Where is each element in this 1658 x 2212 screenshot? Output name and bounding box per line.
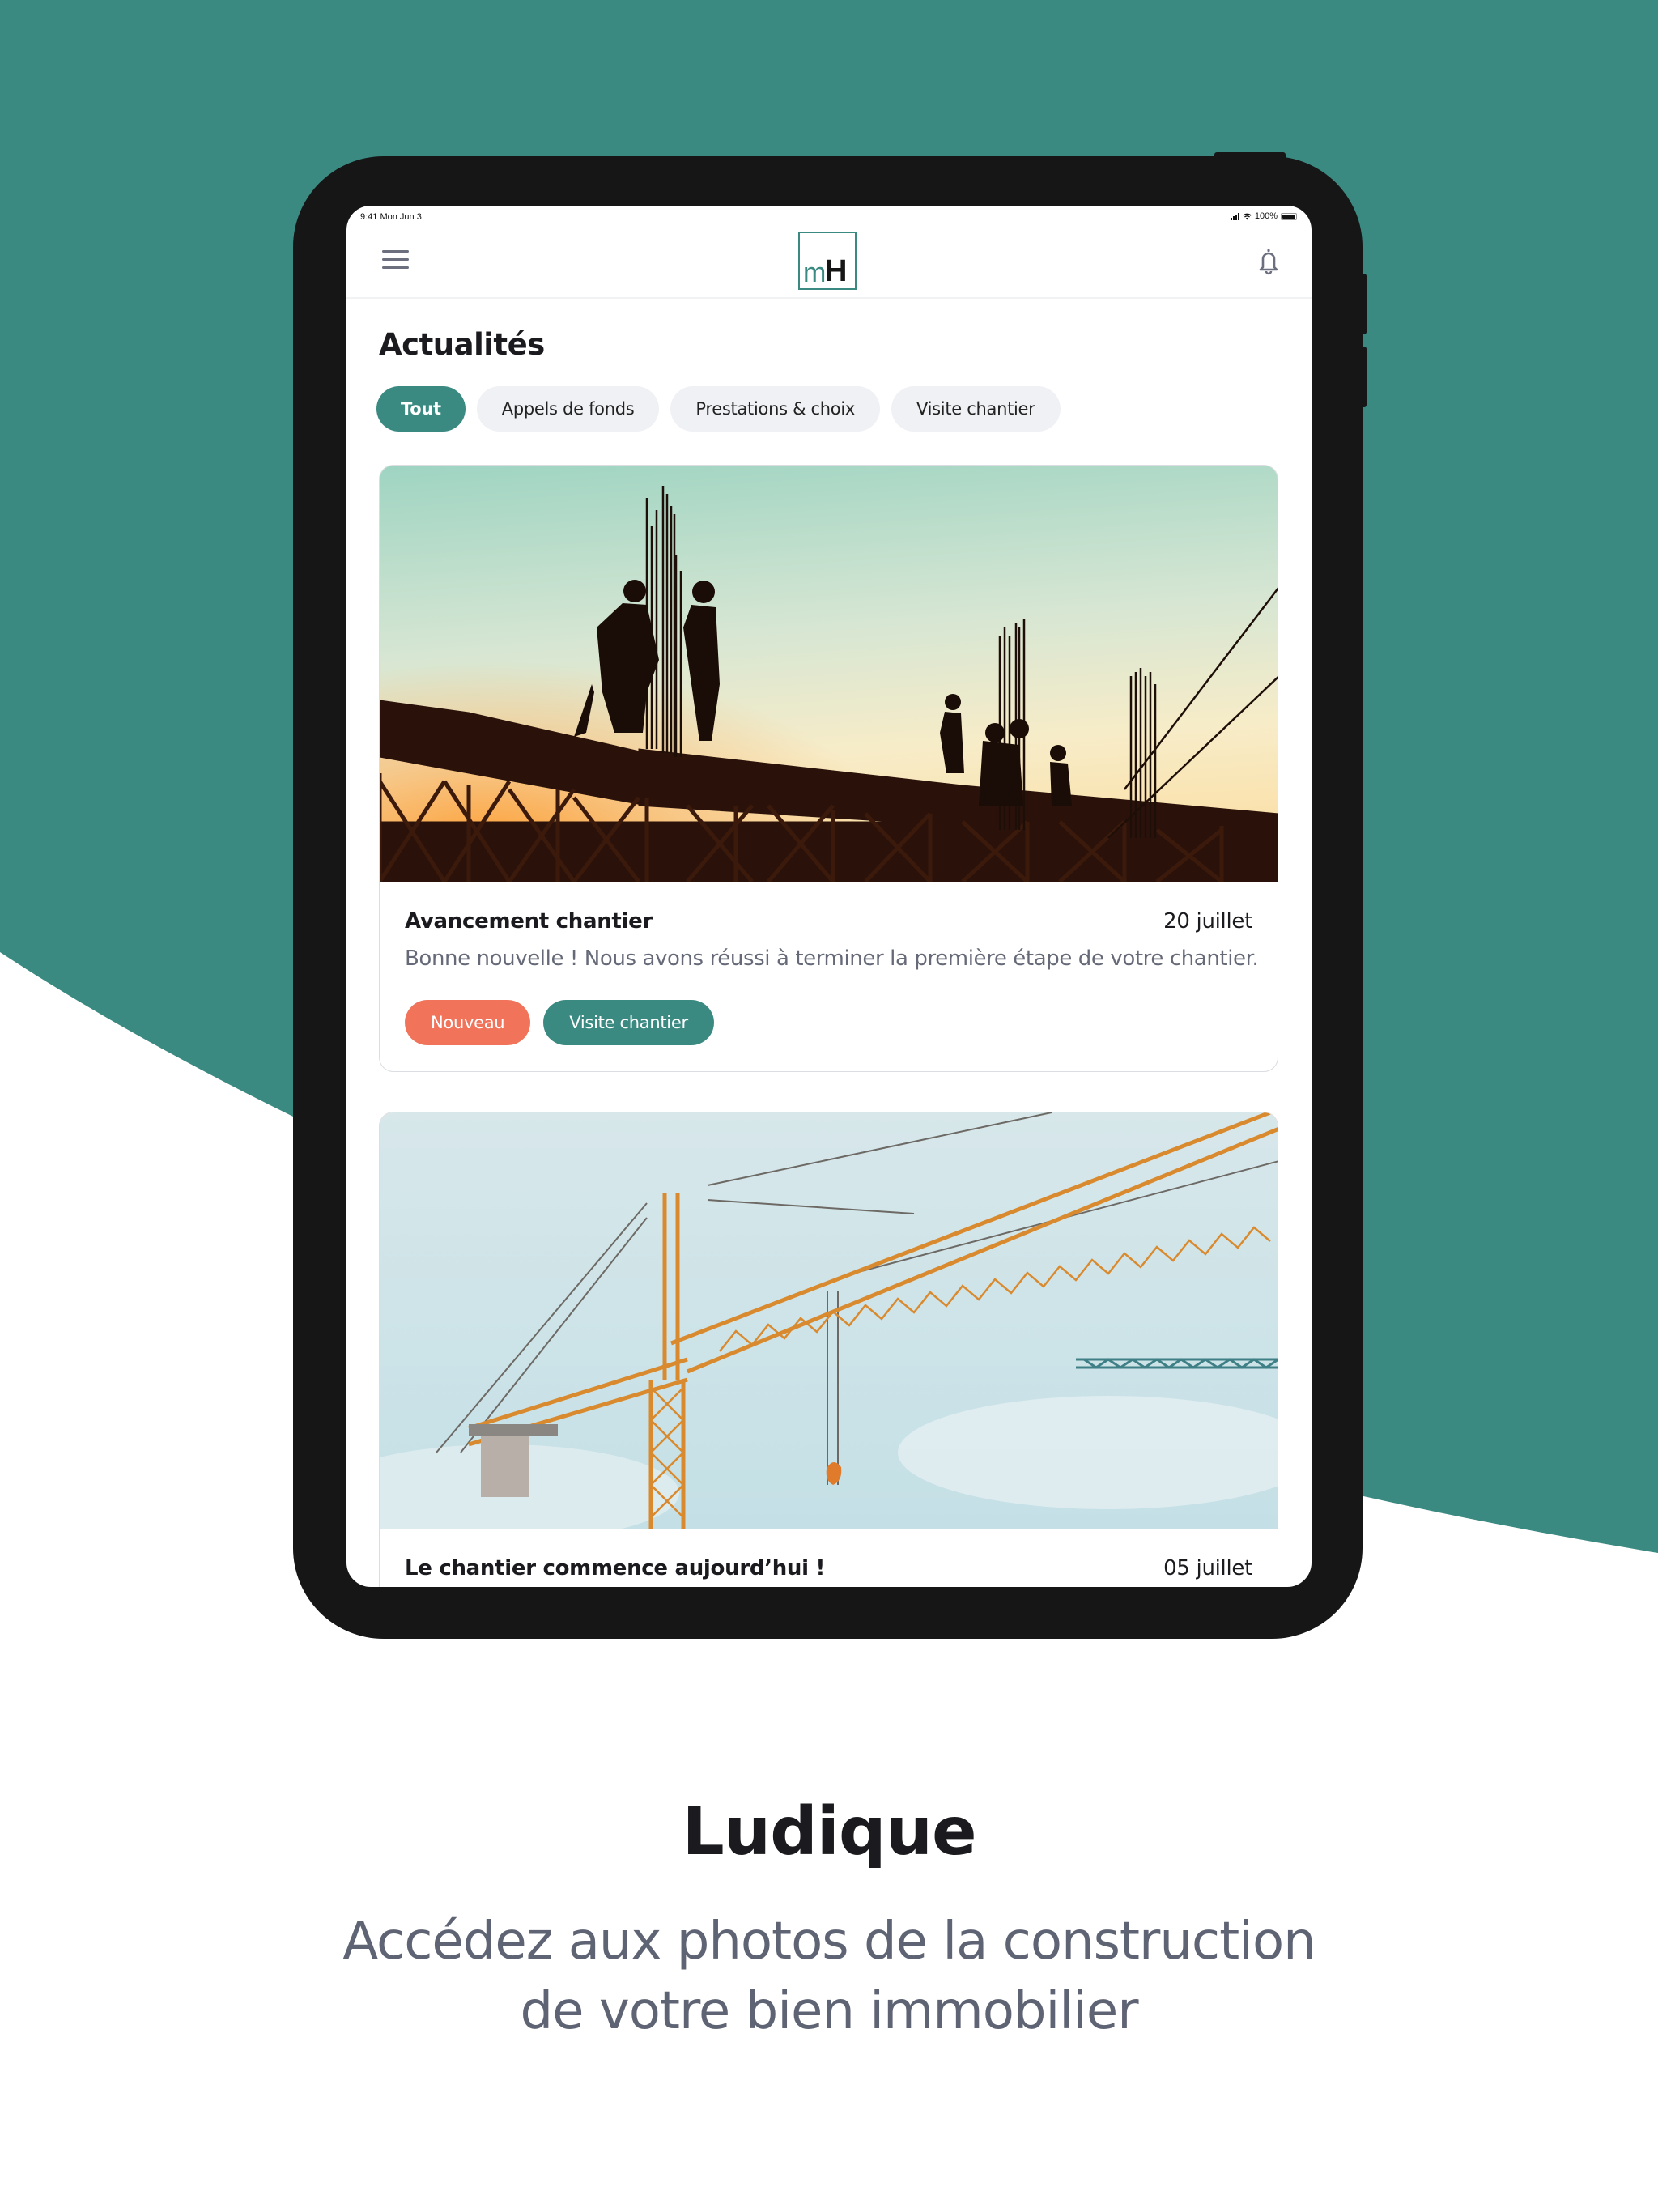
status-bar: 9:41 Mon Jun 3 100% [346, 206, 1312, 230]
new-badge: Nouveau [405, 1000, 531, 1045]
filter-chip-tout[interactable]: Tout [376, 386, 466, 432]
promo-subtitle-line-1: Accédez aux photos de la construction [342, 1912, 1316, 1972]
news-card-date: 20 juillet [1163, 909, 1252, 934]
construction-workers-photo [380, 466, 1278, 882]
hamburger-menu-icon [382, 250, 409, 253]
promo-subtitle-line-2: de votre bien immobilier [520, 1981, 1138, 2041]
hamburger-line [382, 258, 409, 261]
news-card-date: 05 juillet [1163, 1556, 1252, 1580]
battery-percent: 100% [1254, 211, 1278, 221]
notifications-bell-icon[interactable] [1256, 248, 1281, 275]
menu-button[interactable] [382, 250, 409, 270]
tower-crane-photo [380, 1112, 1278, 1529]
cellular-signal-icon [1230, 212, 1239, 220]
filter-chip-prestations-choix[interactable]: Prestations & choix [670, 386, 881, 432]
status-indicators: 100% [1230, 211, 1297, 221]
app-logo[interactable]: m H [798, 232, 857, 290]
news-card-image [380, 466, 1278, 882]
wifi-icon [1243, 213, 1252, 220]
logo-letter-m: m [803, 257, 826, 288]
news-card-title: Avancement chantier [405, 909, 653, 934]
promo-title: Ludique [682, 1793, 976, 1870]
category-badge-visite-chantier[interactable]: Visite chantier [543, 1000, 714, 1045]
news-card[interactable]: Le chantier commence aujourd’hui ! 05 ju… [379, 1112, 1278, 1587]
app-header: m H [346, 230, 1312, 299]
tablet-screen: 9:41 Mon Jun 3 100% m H Actualités Tout … [346, 206, 1312, 1587]
news-card[interactable]: Avancement chantier 20 juillet Bonne nou… [379, 465, 1278, 1072]
filter-chip-appels-de-fonds[interactable]: Appels de fonds [476, 386, 660, 432]
hamburger-line [382, 266, 409, 269]
filter-chips: Tout Appels de fonds Prestations & choix… [376, 386, 1061, 432]
status-time: 9:41 Mon Jun 3 [360, 212, 422, 222]
filter-chip-visite-chantier[interactable]: Visite chantier [891, 386, 1061, 432]
battery-icon [1281, 212, 1297, 220]
logo-letter-h: H [825, 254, 848, 288]
news-card-description: Bonne nouvelle ! Nous avons réussi à ter… [405, 946, 1259, 971]
news-card-title: Le chantier commence aujourd’hui ! [405, 1556, 826, 1580]
page-title: Actualités [379, 327, 545, 362]
news-card-image [380, 1112, 1278, 1529]
promo-subtitle: Accédez aux photos de la construction de… [0, 1907, 1658, 2046]
news-card-badges: Nouveau Visite chantier [405, 1000, 714, 1045]
